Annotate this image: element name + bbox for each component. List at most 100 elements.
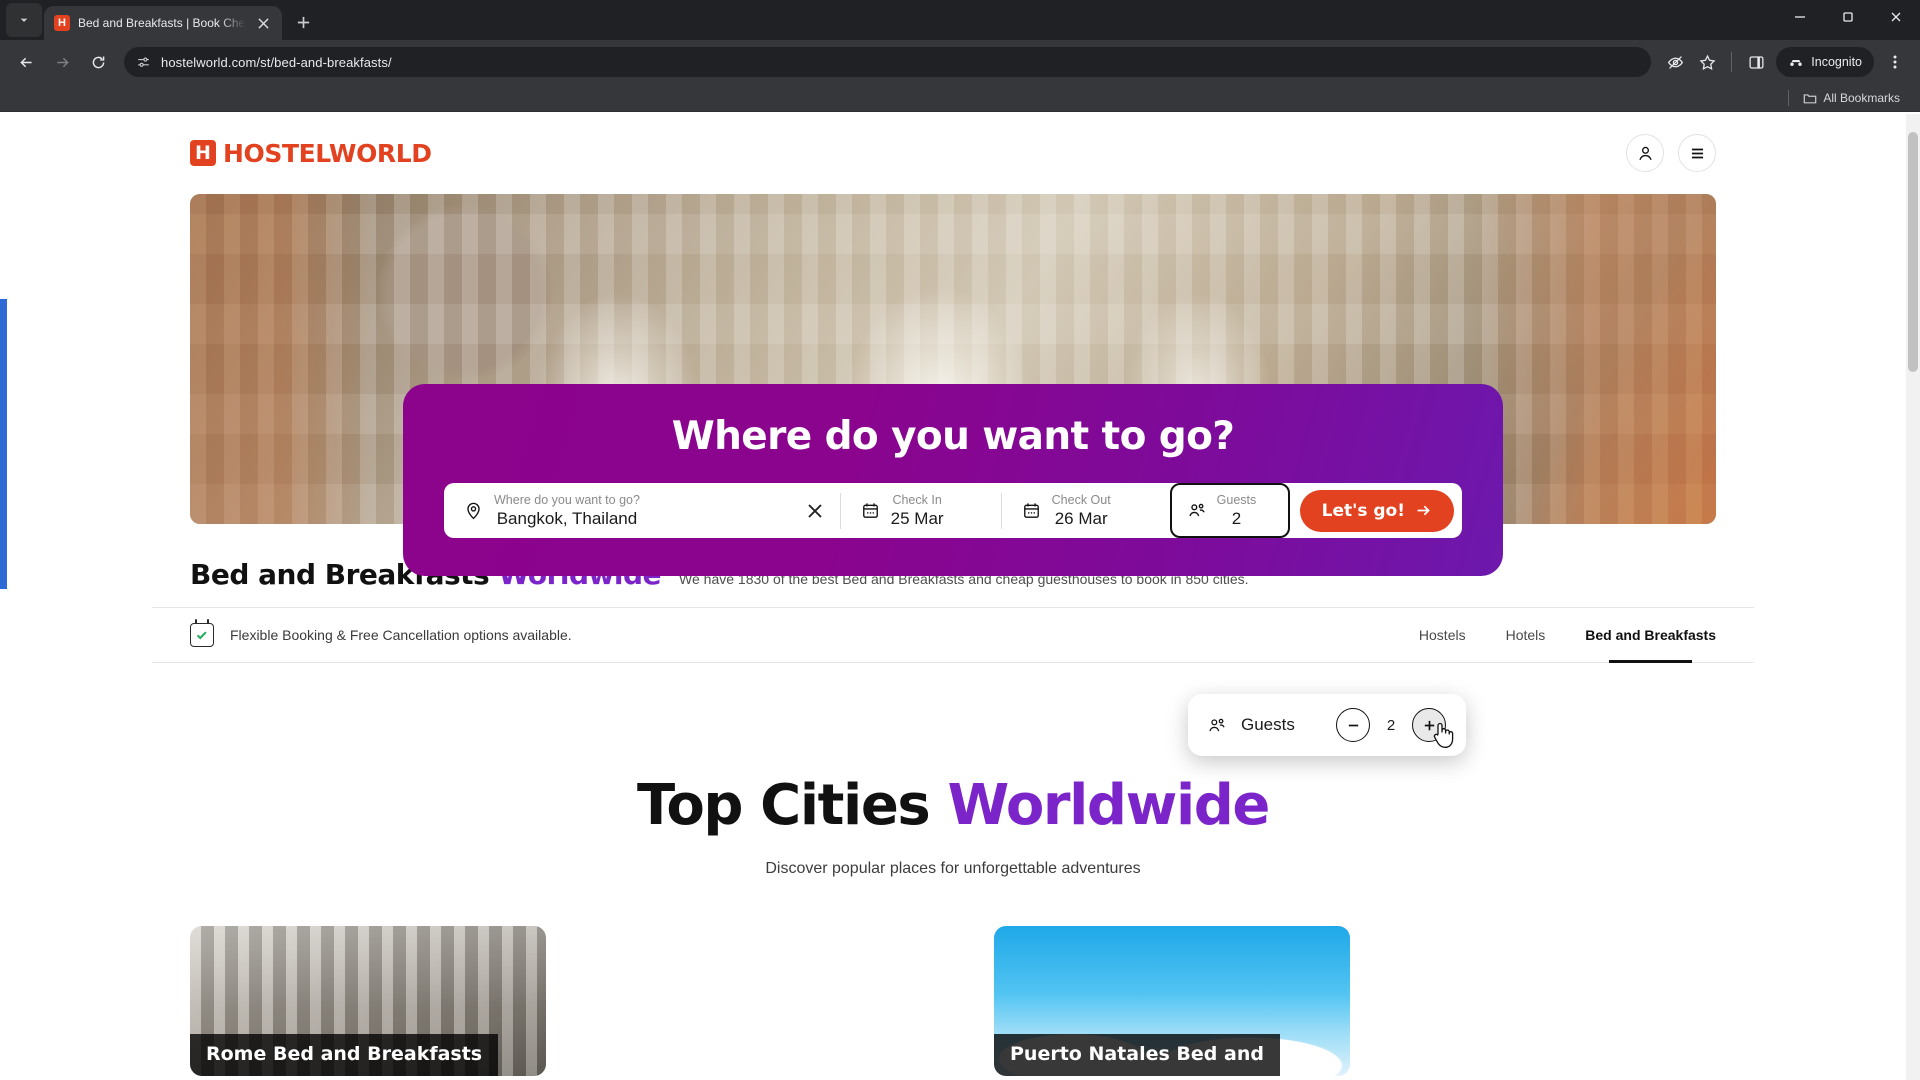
location-pin-icon xyxy=(464,501,483,520)
close-icon xyxy=(257,17,269,29)
account-button[interactable] xyxy=(1626,134,1664,172)
menu-button[interactable] xyxy=(1678,134,1716,172)
city-card[interactable]: Puerto Natales Bed and xyxy=(994,926,1350,1076)
clear-destination-button[interactable] xyxy=(800,496,830,526)
calendar-icon xyxy=(861,501,880,520)
site-settings-icon[interactable] xyxy=(136,55,151,70)
tab-close-button[interactable] xyxy=(254,14,272,32)
guests-label: Guests xyxy=(1216,492,1257,507)
browser-window: H Bed and Breakfasts | Book Chea hostelw… xyxy=(0,0,1920,1080)
page-viewport: H HOSTELWORLD Where do you want to go? W… xyxy=(0,114,1920,1080)
minimize-icon xyxy=(1795,15,1805,18)
header-actions xyxy=(1626,134,1716,172)
guests-dropdown-label: Guests xyxy=(1241,715,1295,734)
browser-toolbar: hostelworld.com/st/bed-and-breakfasts/ I… xyxy=(0,40,1920,84)
hostelworld-logo[interactable]: H HOSTELWORLD xyxy=(190,139,432,168)
hero-banner: Where do you want to go? Where do you wa… xyxy=(190,194,1716,576)
guests-field[interactable]: Guests 2 xyxy=(1169,483,1290,538)
calendar-icon xyxy=(1022,501,1041,520)
plus-icon xyxy=(1424,720,1434,730)
city-card-placeholder xyxy=(592,926,948,1076)
guests-value: 2 xyxy=(1231,508,1242,528)
top-cities-title: Top Cities Worldwide xyxy=(0,773,1906,838)
destination-label: Where do you want to go? xyxy=(494,492,640,507)
arrow-right-icon xyxy=(1417,505,1430,516)
close-icon xyxy=(1891,12,1901,21)
check-out-label: Check Out xyxy=(1051,492,1111,507)
hamburger-menu-icon xyxy=(1691,148,1703,158)
new-tab-button[interactable] xyxy=(288,7,318,37)
plus-icon xyxy=(297,16,309,28)
top-cities-title-text: Top Cities xyxy=(636,773,931,838)
maximize-button[interactable] xyxy=(1824,0,1872,33)
more-vertical-icon xyxy=(1893,55,1897,69)
reload-icon xyxy=(92,56,104,68)
page-scrollbar[interactable] xyxy=(1906,114,1920,1080)
guests-icon xyxy=(1188,501,1207,520)
check-out-field[interactable]: Check Out 26 Mar xyxy=(1002,483,1162,538)
guests-icon xyxy=(1208,716,1227,735)
site-header: H HOSTELWORLD xyxy=(0,114,1906,192)
all-bookmarks-label: All Bookmarks xyxy=(1823,90,1900,105)
top-cities-subtitle: Discover popular places for unforgettabl… xyxy=(765,860,1141,877)
window-controls xyxy=(1776,0,1920,40)
bookmark-star-icon[interactable] xyxy=(1693,48,1721,76)
tab-hotels[interactable]: Hotels xyxy=(1506,608,1546,662)
page-focus-strip xyxy=(0,299,7,589)
calendar-check-icon xyxy=(190,619,214,647)
reload-button[interactable] xyxy=(82,46,114,78)
scrollbar-thumb[interactable] xyxy=(1908,132,1918,372)
search-panel: Where do you want to go? Where do you wa… xyxy=(403,384,1503,576)
url-text: hostelworld.com/st/bed-and-breakfasts/ xyxy=(161,54,392,70)
guests-decrement-button[interactable] xyxy=(1336,708,1370,742)
side-panel-icon[interactable] xyxy=(1742,48,1770,76)
guests-stepper: 2 xyxy=(1336,708,1446,742)
forward-button[interactable] xyxy=(46,46,78,78)
bookmarks-bar: All Bookmarks xyxy=(0,84,1920,112)
search-heading: Where do you want to go? xyxy=(671,414,1235,459)
guests-increment-button[interactable] xyxy=(1412,708,1446,742)
minus-icon xyxy=(1348,724,1358,726)
search-bar: Where do you want to go? Bangkok, Thaila… xyxy=(444,483,1462,538)
top-cities-title-accent: Worldwide xyxy=(947,773,1270,838)
folder-icon xyxy=(1804,93,1817,103)
tab-hostels[interactable]: Hostels xyxy=(1419,608,1466,662)
flexible-booking-notice: Flexible Booking & Free Cancellation opt… xyxy=(190,619,572,647)
guests-count-value: 2 xyxy=(1386,716,1396,734)
chevron-down-icon xyxy=(20,18,28,22)
check-in-field[interactable]: Check In 25 Mar xyxy=(841,483,1001,538)
hostelworld-page: H HOSTELWORLD Where do you want to go? W… xyxy=(0,114,1906,1076)
city-card-label: Puerto Natales Bed and xyxy=(994,1034,1280,1076)
tab-search-button[interactable] xyxy=(6,3,42,37)
search-submit-label: Let's go! xyxy=(1321,500,1405,521)
destination-field[interactable]: Where do you want to go? Bangkok, Thaila… xyxy=(444,483,800,538)
logo-text: HOSTELWORLD xyxy=(223,138,432,168)
tab-title: Bed and Breakfasts | Book Chea xyxy=(78,16,246,30)
back-button[interactable] xyxy=(10,46,42,78)
address-bar[interactable]: hostelworld.com/st/bed-and-breakfasts/ xyxy=(124,47,1652,77)
close-window-button[interactable] xyxy=(1872,0,1920,33)
user-icon xyxy=(1638,146,1652,160)
logo-mark: H xyxy=(190,140,216,166)
close-icon xyxy=(807,503,822,518)
tracking-protection-icon[interactable] xyxy=(1661,48,1689,76)
chrome-menu-button[interactable] xyxy=(1880,47,1910,77)
all-bookmarks-button[interactable]: All Bookmarks xyxy=(1797,89,1906,107)
check-in-label: Check In xyxy=(892,492,942,507)
arrow-left-icon xyxy=(19,57,32,67)
flexible-booking-text: Flexible Booking & Free Cancellation opt… xyxy=(230,627,572,643)
property-type-tabs: Hostels Hotels Bed and Breakfasts xyxy=(1419,608,1716,663)
tab-bed-and-breakfasts[interactable]: Bed and Breakfasts xyxy=(1585,608,1716,663)
minimize-button[interactable] xyxy=(1776,0,1824,33)
maximize-icon xyxy=(1843,11,1853,22)
browser-tab[interactable]: H Bed and Breakfasts | Book Chea xyxy=(44,6,282,40)
tab-strip: H Bed and Breakfasts | Book Chea xyxy=(0,0,1920,40)
top-cities-section: Top Cities Worldwide Discover popular pl… xyxy=(0,773,1906,878)
guests-dropdown-popup: Guests 2 xyxy=(1188,694,1466,756)
incognito-indicator[interactable]: Incognito xyxy=(1776,47,1874,77)
toolbar-divider xyxy=(1731,52,1733,72)
city-card[interactable]: Rome Bed and Breakfasts xyxy=(190,926,546,1076)
tab-favicon: H xyxy=(54,15,70,31)
check-in-value: 25 Mar xyxy=(890,508,944,528)
search-submit-button[interactable]: Let's go! xyxy=(1299,489,1454,532)
